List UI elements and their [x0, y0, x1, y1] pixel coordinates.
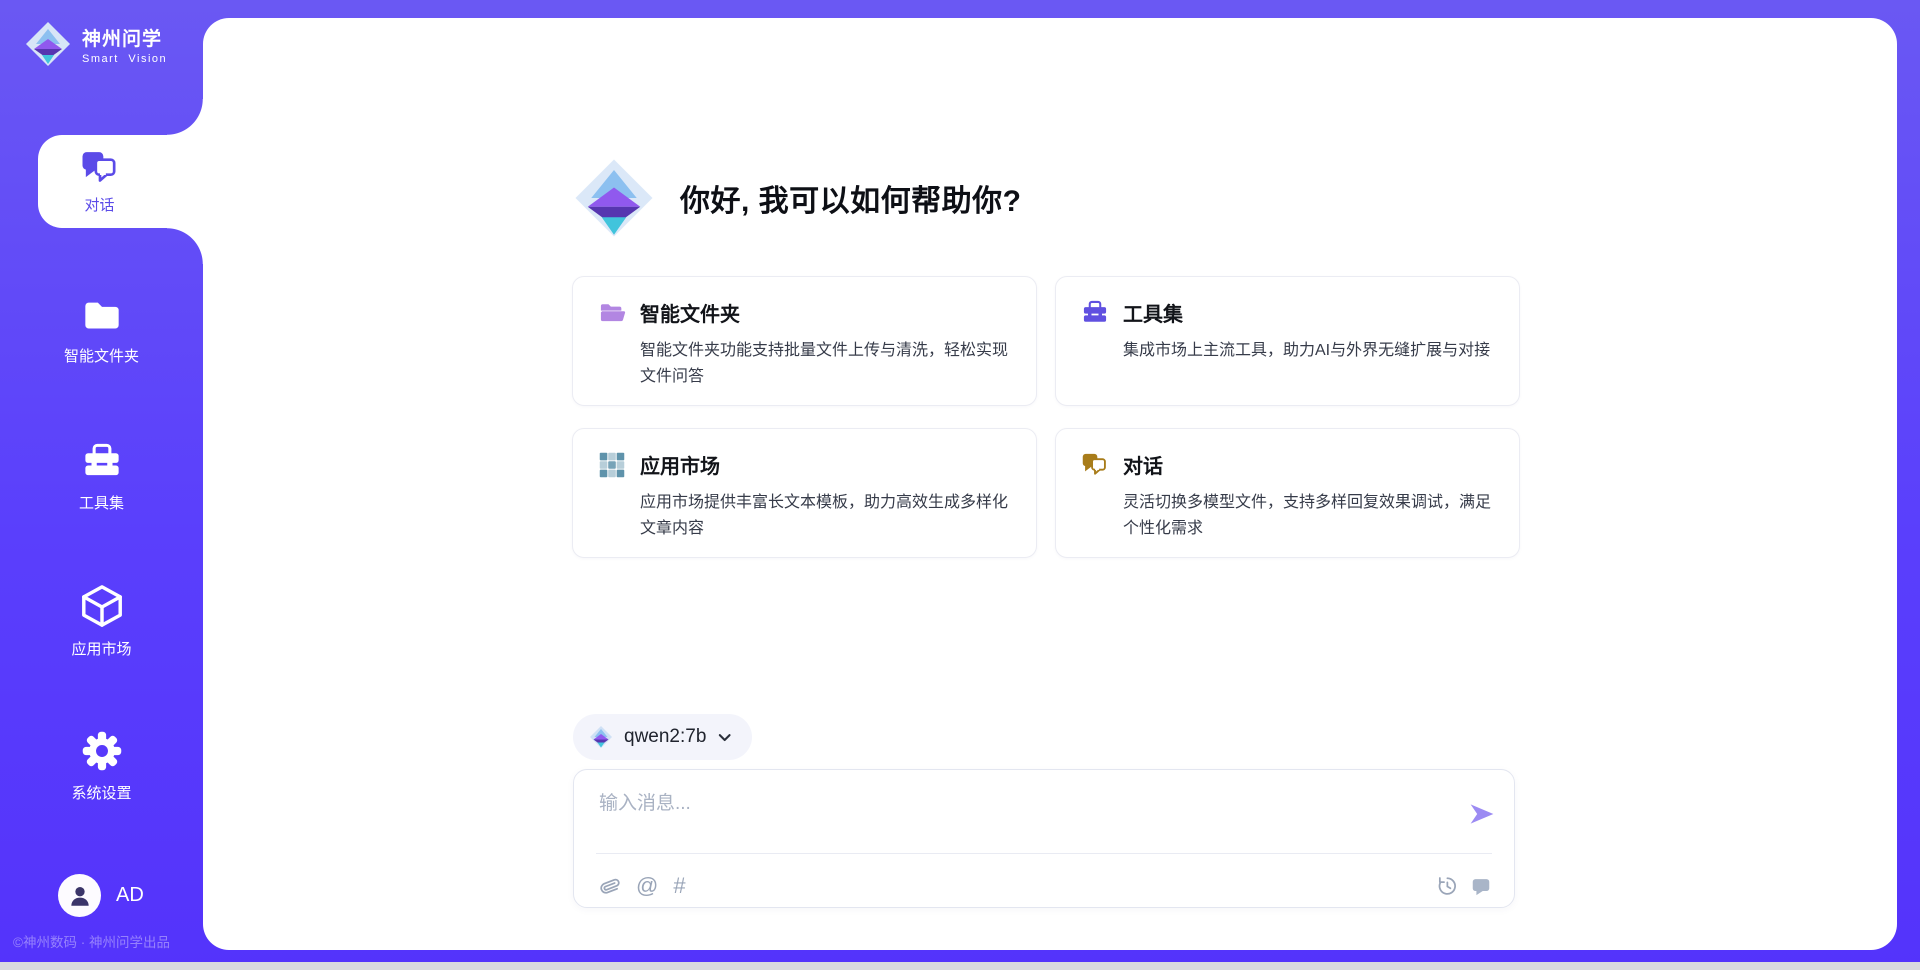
composer-toolbar: @ # — [599, 866, 686, 906]
sidebar-item-label: 智能文件夹 — [64, 345, 139, 366]
sidebar-item-chat[interactable]: 对话 — [38, 135, 203, 228]
bottom-edge-bar — [0, 962, 1920, 970]
sidebar-item-smart-folder[interactable]: 智能文件夹 — [0, 296, 203, 366]
sidebar-item-toolset[interactable]: 工具集 — [0, 441, 203, 513]
card-description: 灵活切换多模型文件，支持多样回复效果调试，满足个性化需求 — [1123, 490, 1495, 542]
sidebar-item-app-market[interactable]: 应用市场 — [0, 583, 203, 659]
brand-logo-icon — [24, 20, 72, 68]
hash-icon: # — [673, 875, 685, 897]
folder-icon — [80, 296, 124, 336]
sidebar-item-settings[interactable]: 系统设置 — [0, 729, 203, 803]
tab-curve-bottom — [167, 228, 203, 264]
card-toolset[interactable]: 工具集 集成市场上主流工具，助力AI与外界无缝扩展与对接 — [1055, 276, 1520, 406]
card-smart-folder[interactable]: 智能文件夹 智能文件夹功能支持批量文件上传与清洗，轻松实现文件问答 — [572, 276, 1037, 406]
send-button[interactable] — [1466, 800, 1498, 828]
mention-button[interactable]: @ — [636, 875, 658, 897]
user-label: AD — [116, 884, 144, 907]
chat-icon — [1080, 451, 1110, 479]
chat-bubble-button[interactable] — [1470, 875, 1492, 897]
brand-name: 神州问学 — [82, 24, 167, 51]
open-folder-icon — [597, 299, 627, 327]
cube-icon — [79, 583, 125, 629]
card-title: 智能文件夹 — [640, 298, 740, 327]
composer-toolbar-right — [1436, 866, 1492, 906]
card-title: 对话 — [1123, 450, 1163, 479]
card-description: 智能文件夹功能支持批量文件上传与清洗，轻松实现文件问答 — [640, 338, 1012, 390]
tab-curve-top — [167, 99, 203, 135]
gear-icon — [80, 729, 124, 773]
brand-logo-icon — [589, 725, 613, 749]
card-chat[interactable]: 对话 灵活切换多模型文件，支持多样回复效果调试，满足个性化需求 — [1055, 428, 1520, 558]
user-account[interactable]: AD — [58, 874, 144, 917]
paperclip-icon — [599, 875, 621, 897]
message-input[interactable] — [599, 788, 1419, 846]
history-button[interactable] — [1436, 875, 1458, 897]
card-title: 工具集 — [1123, 298, 1183, 327]
message-composer: @ # — [573, 769, 1515, 908]
composer-divider — [596, 853, 1492, 854]
sidebar-item-label: 系统设置 — [71, 782, 131, 803]
sidebar-item-label: 应用市场 — [71, 638, 131, 659]
history-icon — [1436, 875, 1458, 897]
avatar — [58, 874, 101, 917]
brand-subtitle: Smart Vision — [82, 53, 167, 65]
main-panel: 你好, 我可以如何帮助你? 智能文件夹 智能文件夹功能支持批量文件上传与清洗，轻… — [203, 18, 1897, 950]
toolbox-icon — [81, 441, 123, 483]
card-description: 应用市场提供丰富长文本模板，助力高效生成多样化文章内容 — [640, 490, 1012, 542]
send-icon — [1466, 800, 1498, 828]
sidebar: 神州问学 Smart Vision 对话 智能文件夹 工具集 — [0, 0, 203, 962]
greeting-row: 你好, 我可以如何帮助你? — [572, 156, 1022, 240]
page-title: 你好, 我可以如何帮助你? — [680, 176, 1022, 220]
sidebar-item-label: 对话 — [84, 194, 114, 215]
chevron-down-icon — [717, 730, 732, 745]
toolbox-icon — [1080, 299, 1110, 327]
attach-file-button[interactable] — [599, 875, 621, 897]
sidebar-item-label: 工具集 — [79, 492, 124, 513]
chat-icon — [80, 148, 120, 188]
card-title: 应用市场 — [640, 450, 720, 479]
model-name: qwen2:7b — [624, 726, 706, 748]
brand: 神州问学 Smart Vision — [24, 20, 167, 68]
card-app-market[interactable]: 应用市场 应用市场提供丰富长文本模板，助力高效生成多样化文章内容 — [572, 428, 1037, 558]
at-icon: @ — [636, 875, 658, 897]
person-icon — [67, 883, 93, 909]
hashtag-button[interactable]: # — [673, 875, 685, 897]
card-description: 集成市场上主流工具，助力AI与外界无缝扩展与对接 — [1123, 338, 1495, 364]
grid-icon — [597, 451, 627, 479]
feature-cards: 智能文件夹 智能文件夹功能支持批量文件上传与清洗，轻松实现文件问答 工具集 集成… — [572, 276, 1520, 558]
brand-logo-icon — [572, 156, 656, 240]
copyright-footer: ©神州数码 · 神州问学出品 — [13, 931, 170, 951]
model-selector[interactable]: qwen2:7b — [573, 714, 752, 760]
chat-bubble-icon — [1470, 875, 1492, 897]
